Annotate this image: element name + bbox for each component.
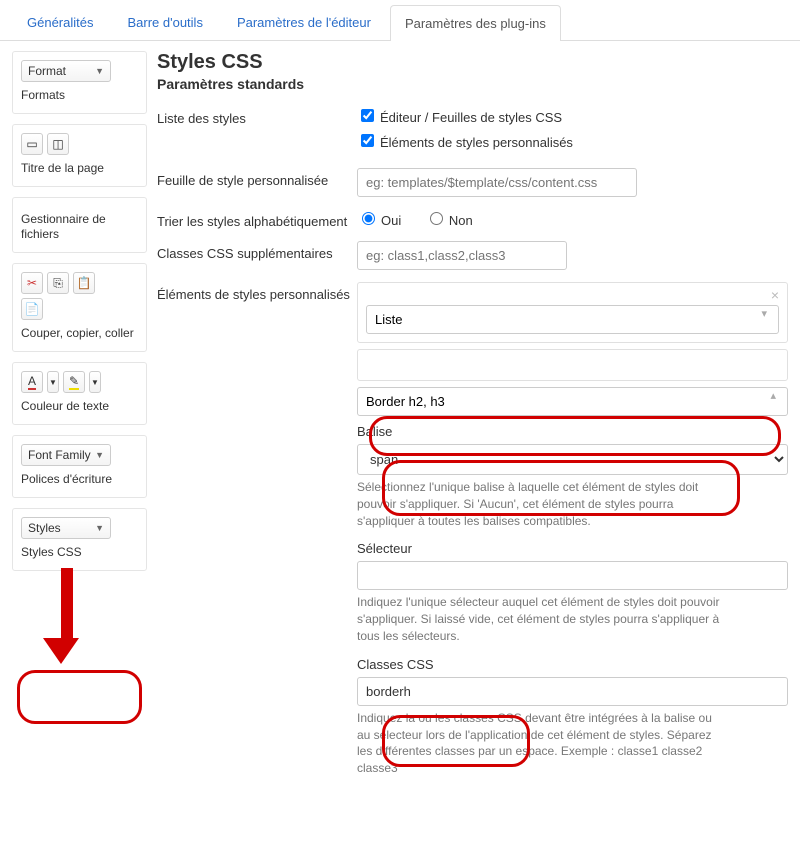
tab-generalites[interactable]: Généralités [12,4,108,40]
input-style-name-liste[interactable] [366,305,779,334]
sidebar-label-styles: Styles CSS [21,545,138,560]
tab-bar: Généralités Barre d'outils Paramètres de… [0,0,800,41]
checkbox-editeur-feuilles-input[interactable] [361,109,374,122]
label-balise: Balise [357,424,788,439]
highlight-icon: ✎ [63,371,85,393]
help-balise: Sélectionnez l'unique balise à laquelle … [357,479,727,529]
paste-icon: 📋 [73,272,95,294]
caret-down-icon: ▼ [95,450,104,460]
sidebar-item-styles-css[interactable]: Styles ▼ Styles CSS [12,508,147,571]
text-color-caret: ▼ [47,371,59,393]
tab-parametres-plugins[interactable]: Paramètres des plug-ins [390,5,561,41]
sidebar-item-font-family[interactable]: Font Family ▼ Polices d'écriture [12,435,147,498]
tab-parametres-editeur[interactable]: Paramètres de l'éditeur [222,4,386,40]
sidebar-label-couleur: Couleur de texte [21,399,138,414]
radio-oui[interactable]: Oui [357,213,401,228]
sidebar-item-formats[interactable]: Format ▼ Formats [12,51,147,114]
caret-down-icon: ▼ [95,523,104,533]
checkbox-editeur-feuilles[interactable]: Éditeur / Feuilles de styles CSS [357,106,788,125]
sidebar-item-couper-copier-coller[interactable]: ✂ ⎘ 📋 📄 Couper, copier, coller [12,263,147,352]
styles-select-label: Styles [28,521,61,535]
page-icon: ▭ [21,133,43,155]
style-element-panel-border [357,349,788,381]
sidebar-label-formats: Formats [21,88,138,103]
checkbox-elements-perso[interactable]: Éléments de styles personnalisés [357,131,788,150]
radio-non[interactable]: Non [425,213,473,228]
highlight-caret: ▼ [89,371,101,393]
checkbox-elements-perso-input[interactable] [361,134,374,147]
sidebar-label-polices: Polices d'écriture [21,472,138,487]
tab-barre-outils[interactable]: Barre d'outils [112,4,217,40]
style-element-panel-liste: × ▾ [357,282,788,343]
select-balise[interactable]: span [357,444,788,475]
page-subtitle: Paramètres standards [157,76,788,92]
caret-down-icon: ▼ [95,66,104,76]
font-family-select[interactable]: Font Family ▼ [21,444,111,466]
sidebar-item-titre-page[interactable]: ▭ ◫ Titre de la page [12,124,147,187]
content-area: Styles CSS Paramètres standards Liste de… [157,51,788,801]
input-classes-supp[interactable] [357,241,567,270]
label-feuille-perso: Feuille de style personnalisée [157,168,357,188]
input-selecteur[interactable] [357,561,788,590]
sidebar-label-couper: Couper, copier, coller [21,326,138,341]
cut-icon: ✂ [21,272,43,294]
format-select[interactable]: Format ▼ [21,60,111,82]
page-split-icon: ◫ [47,133,69,155]
font-family-label: Font Family [28,448,91,462]
sidebar-item-gestionnaire[interactable]: Gestionnaire de fichiers [12,197,147,253]
label-trier: Trier les styles alphabétiquement [157,209,357,229]
sidebar-item-couleur-texte[interactable]: A ▼ ✎ ▼ Couleur de texte [12,362,147,425]
label-liste-styles: Liste des styles [157,106,357,126]
label-classes-supp: Classes CSS supplémentaires [157,241,357,261]
label-elements-perso: Éléments de styles personnalisés [157,282,357,302]
close-icon[interactable]: × [771,287,779,303]
page-title: Styles CSS [157,51,788,74]
text-color-icon: A [21,371,43,393]
sidebar: Format ▼ Formats ▭ ◫ Titre de la page Ge… [12,51,147,801]
sidebar-label-gestionnaire: Gestionnaire de fichiers [21,212,138,242]
input-feuille-perso[interactable] [357,168,637,197]
copy-icon: ⎘ [47,272,69,294]
paste-text-icon: 📄 [21,298,43,320]
input-style-name-border[interactable] [357,387,788,416]
label-classes-css: Classes CSS [357,657,788,672]
sidebar-label-titre: Titre de la page [21,161,138,176]
styles-select[interactable]: Styles ▼ [21,517,111,539]
label-selecteur: Sélecteur [357,541,788,556]
input-classes-css[interactable] [357,677,788,706]
help-selecteur: Indiquez l'unique sélecteur auquel cet é… [357,594,727,644]
help-classes-css: Indiquez la ou les classes CSS devant êt… [357,710,727,777]
format-select-label: Format [28,64,66,78]
